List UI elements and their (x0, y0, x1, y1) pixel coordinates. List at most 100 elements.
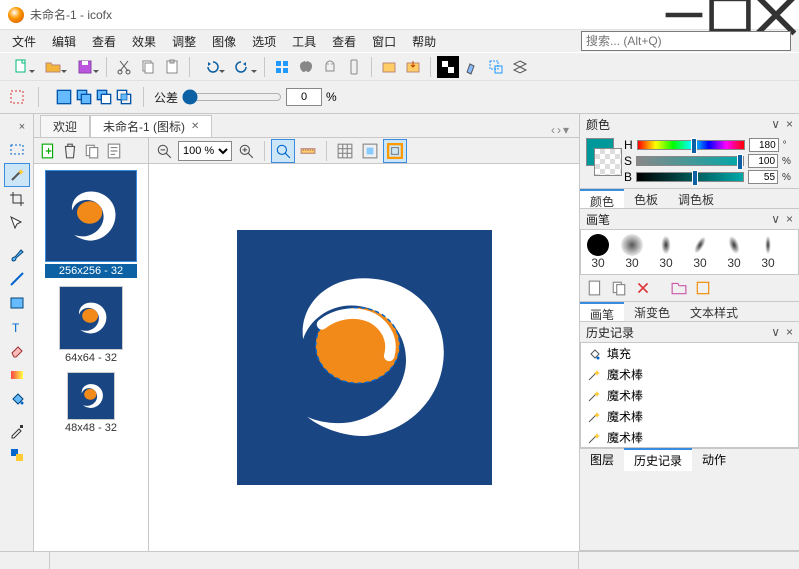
brush-list[interactable]: 30 30 30 30 30 30 (580, 229, 799, 275)
sel-intersect-icon[interactable] (115, 88, 133, 106)
tab-document[interactable]: 未命名-1 (图标)✕ (90, 115, 212, 137)
thumb-256[interactable]: 256x256 - 32 (45, 170, 137, 278)
paste-button[interactable] (161, 56, 183, 78)
tab-actions[interactable]: 动作 (692, 449, 736, 470)
tab-menu-icon[interactable]: ▾ (563, 123, 569, 137)
brush-preset[interactable]: 30 (651, 234, 681, 270)
tab-prev-icon[interactable]: ‹ (551, 123, 555, 137)
tab-textstyle[interactable]: 文本样式 (680, 302, 748, 321)
tab-swatches[interactable]: 色板 (624, 189, 668, 208)
crop-tool[interactable] (5, 188, 29, 210)
zoom-tool-button[interactable] (272, 140, 294, 162)
save-button[interactable] (70, 56, 100, 78)
redo-button[interactable] (228, 56, 258, 78)
menu-file[interactable]: 文件 (4, 31, 44, 52)
bucket-tool[interactable] (5, 388, 29, 410)
thumbnails-list[interactable]: 256x256 - 32 64x64 - 32 48x48 - 32 (34, 164, 148, 551)
close-button[interactable] (753, 0, 799, 30)
history-item[interactable]: 魔术棒 (581, 427, 798, 448)
apple-icon[interactable] (295, 56, 317, 78)
brush-preset[interactable]: 30 (685, 234, 715, 270)
undo-button[interactable] (196, 56, 226, 78)
tolerance-slider[interactable] (182, 89, 282, 105)
open-file-button[interactable] (38, 56, 68, 78)
tab-color[interactable]: 颜色 (580, 189, 624, 208)
sel-new-icon[interactable] (55, 88, 73, 106)
color-swap-tool[interactable] (5, 444, 29, 466)
brush-new-icon[interactable] (584, 277, 606, 299)
brush-preset[interactable]: 30 (753, 234, 783, 270)
menu-edit[interactable]: 编辑 (44, 31, 84, 52)
rect-select-tool[interactable] (5, 140, 29, 162)
maximize-button[interactable] (707, 0, 753, 30)
tab-palette[interactable]: 调色板 (668, 189, 724, 208)
panel-close-icon[interactable]: × (786, 325, 793, 339)
sel-add-icon[interactable] (75, 88, 93, 106)
tab-gradient[interactable]: 渐变色 (624, 302, 680, 321)
brush-tool[interactable] (5, 244, 29, 266)
history-item[interactable]: 魔术棒 (581, 406, 798, 427)
zoom-out-button[interactable] (153, 140, 175, 162)
b-slider[interactable] (636, 172, 744, 182)
magic-wand-tool[interactable] (5, 164, 29, 186)
menu-view[interactable]: 查看 (84, 31, 124, 52)
move-tool[interactable] (5, 212, 29, 234)
brush-preset[interactable]: 30 (617, 234, 647, 270)
windows-icon[interactable] (271, 56, 293, 78)
panel-collapse-icon[interactable]: ∨ (771, 325, 780, 339)
background-color[interactable] (594, 148, 622, 176)
dup-size-button[interactable] (82, 141, 102, 161)
tab-close-icon[interactable]: ✕ (191, 121, 199, 132)
panel-collapse-icon[interactable]: ∨ (771, 117, 780, 131)
thumb-48[interactable]: 48x48 - 32 (65, 372, 117, 434)
marquee-tool-icon[interactable] (6, 86, 28, 108)
eyedropper-tool[interactable] (5, 420, 29, 442)
selection-preset-icon[interactable] (485, 56, 507, 78)
s-value[interactable] (748, 154, 778, 168)
history-item[interactable]: 魔术棒 (581, 385, 798, 406)
android-icon[interactable] (319, 56, 341, 78)
tab-brush[interactable]: 画笔 (580, 302, 624, 321)
history-item[interactable]: 填充 (581, 343, 798, 364)
b-value[interactable] (748, 170, 778, 184)
add-size-button[interactable] (38, 141, 58, 161)
search-box[interactable] (581, 31, 791, 51)
guides-toggle[interactable] (359, 140, 381, 162)
tab-layers[interactable]: 图层 (580, 449, 624, 470)
panel-collapse-icon[interactable]: ∨ (771, 212, 780, 226)
props-size-button[interactable] (104, 141, 124, 161)
menu-view2[interactable]: 查看 (324, 31, 364, 52)
brush-preset-icon[interactable] (461, 56, 483, 78)
history-list[interactable]: 填充 魔术棒 魔术棒 魔术棒 魔术棒 魔术棒 (580, 342, 799, 448)
menu-adjust[interactable]: 调整 (164, 31, 204, 52)
canvas[interactable] (149, 164, 579, 551)
menu-window[interactable]: 窗口 (364, 31, 404, 52)
menu-tools[interactable]: 工具 (284, 31, 324, 52)
minimize-button[interactable] (661, 0, 707, 30)
tab-welcome[interactable]: 欢迎 (40, 115, 90, 137)
panel-close-icon[interactable]: × (786, 212, 793, 226)
history-item[interactable]: 魔术棒 (581, 364, 798, 385)
zoom-in-button[interactable] (235, 140, 257, 162)
layers-icon[interactable] (509, 56, 531, 78)
brush-save-icon[interactable] (692, 277, 714, 299)
brush-del-icon[interactable] (632, 277, 654, 299)
text-tool[interactable]: T (5, 316, 29, 338)
cut-button[interactable] (113, 56, 135, 78)
thumb-64[interactable]: 64x64 - 32 (59, 286, 123, 364)
ruler-toggle[interactable] (297, 140, 319, 162)
brush-preset[interactable]: 30 (719, 234, 749, 270)
import-button[interactable] (378, 56, 400, 78)
brush-dup-icon[interactable] (608, 277, 630, 299)
h-slider[interactable] (637, 140, 745, 150)
tolerance-value[interactable] (286, 88, 322, 106)
h-value[interactable] (749, 138, 779, 152)
line-tool[interactable] (5, 268, 29, 290)
copy-button[interactable] (137, 56, 159, 78)
mobile-icon[interactable] (343, 56, 365, 78)
export-button[interactable] (402, 56, 424, 78)
tab-history[interactable]: 历史记录 (624, 448, 692, 471)
tab-next-icon[interactable]: › (557, 123, 561, 137)
rectangle-tool[interactable] (5, 292, 29, 314)
checker-icon[interactable] (437, 56, 459, 78)
